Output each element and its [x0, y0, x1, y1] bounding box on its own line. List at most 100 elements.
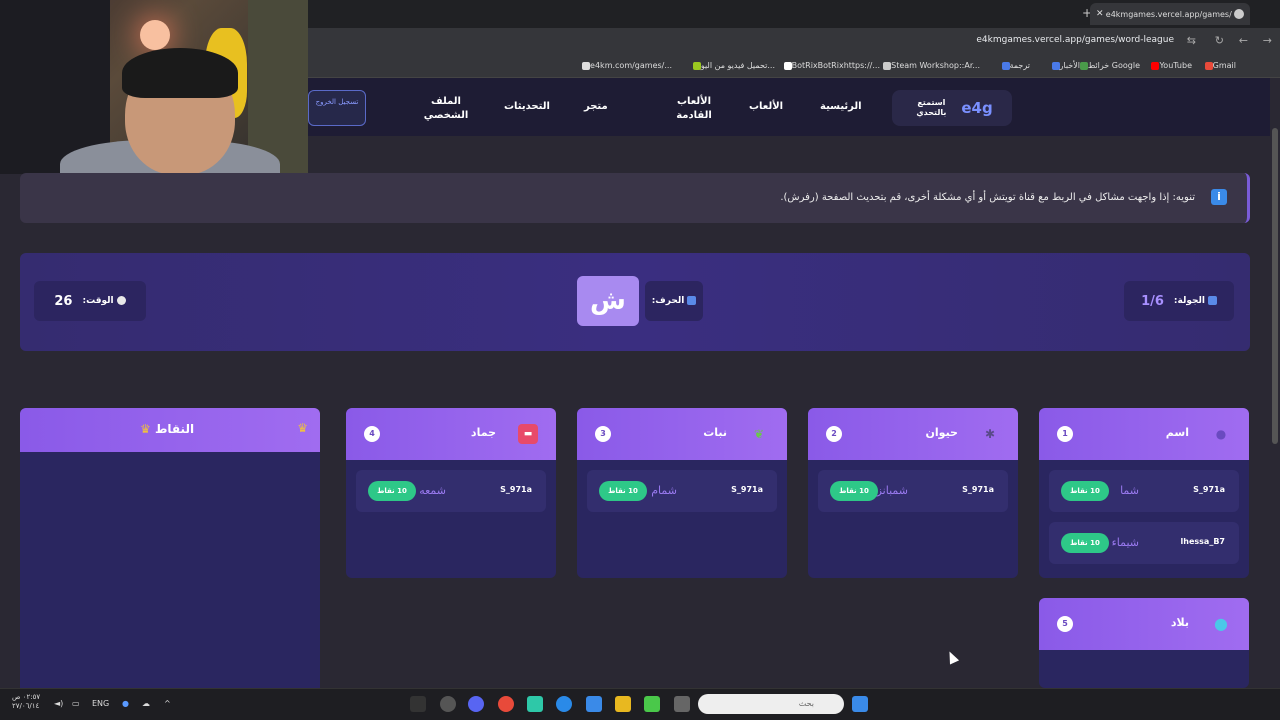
news-icon	[1051, 61, 1060, 70]
steam-taskbar-icon[interactable]	[440, 696, 456, 712]
site-logo[interactable]: e4g استمتع بالتحدي	[892, 90, 1012, 126]
chrome-icon[interactable]	[498, 696, 514, 712]
entry-user: lhessa_B7	[1180, 537, 1225, 546]
nav-updates[interactable]: التحديثات	[504, 100, 550, 114]
nav-store[interactable]: متجر	[584, 100, 608, 114]
points-badge: 10 نقاط	[1061, 533, 1109, 553]
taskbar-search[interactable]: بحث	[698, 694, 844, 714]
e4km-icon	[582, 61, 591, 70]
mouse-cursor	[944, 649, 960, 665]
close-tab-icon[interactable]: ✕	[1096, 9, 1104, 19]
category-card-plant: ❦ نبات 3 S_971a شمام 10 نقاط	[577, 408, 787, 578]
download-icon	[692, 61, 701, 70]
category-number: 1	[1057, 426, 1073, 442]
points-badge: 10 نقاط	[599, 481, 647, 501]
category-number: 4	[364, 426, 380, 442]
nav-upcoming-games[interactable]: الألعاب القادمة	[668, 95, 720, 123]
forward-icon[interactable]: →	[1263, 34, 1272, 47]
bookmark-downloader[interactable]: تحميل فيديو من اليو...	[690, 61, 775, 70]
scoreboard-title: ♛ النقاط	[140, 422, 195, 436]
letter-label: الحرف:	[645, 281, 703, 321]
steam-icon	[883, 61, 892, 70]
windows-taskbar	[0, 688, 1280, 720]
category-number: 3	[595, 426, 611, 442]
bookmark-maps[interactable]: خرائط Google	[1077, 61, 1140, 70]
install-icon[interactable]: ⇆	[1187, 34, 1196, 47]
language-indicator[interactable]: ENG	[92, 699, 109, 708]
discord-icon[interactable]	[468, 696, 484, 712]
store-icon[interactable]	[644, 696, 660, 712]
letter-icon	[687, 296, 697, 305]
microphone-icon[interactable]: ●	[122, 699, 129, 708]
points-badge: 10 نقاط	[830, 481, 878, 501]
nav-games[interactable]: الألعاب	[749, 100, 783, 114]
nav-profile[interactable]: الملف الشخصي	[420, 95, 472, 123]
back-icon[interactable]: ←	[1239, 34, 1248, 47]
trophy-icon: ♛	[140, 422, 155, 436]
bookmark-e4km[interactable]: e4km.com/games/...	[579, 61, 672, 70]
translate-icon	[1001, 61, 1010, 70]
bookmark-news[interactable]: الأخبار	[1049, 61, 1080, 70]
tab-title: e4kmgames.vercel.app/games/	[1105, 9, 1232, 19]
file-explorer-icon[interactable]	[615, 696, 631, 712]
answer-entry: lhessa_B7 شيماء 10 نقاط	[1049, 522, 1239, 564]
category-card-country: ● بلاد 5	[1039, 598, 1249, 688]
bookmark-translate[interactable]: ترجمة	[999, 61, 1030, 70]
timer-indicator: الوقت: 26	[34, 281, 146, 321]
category-number: 5	[1057, 616, 1073, 632]
trophy-icon: ♛	[297, 421, 308, 435]
round-value: 1/6	[1141, 293, 1164, 309]
botrix-icon	[783, 61, 792, 70]
current-letter: ش	[577, 276, 639, 326]
app-icon[interactable]	[410, 696, 426, 712]
entry-word: شيماء	[1111, 536, 1139, 549]
category-title: نبات	[703, 426, 727, 439]
volume-icon[interactable]: ◄)	[54, 699, 63, 708]
bookmark-gmail[interactable]: Gmail	[1202, 61, 1236, 70]
tab-favicon-icon	[1234, 9, 1244, 19]
reload-icon[interactable]: ↻	[1215, 34, 1224, 47]
nav-home[interactable]: الرئيسية	[820, 100, 862, 114]
category-number: 2	[826, 426, 842, 442]
cloud-icon[interactable]: ☁	[142, 699, 150, 708]
bookmark-steam[interactable]: Steam Workshop::Ar...	[880, 61, 980, 70]
category-title: حيوان	[925, 426, 958, 439]
entry-user: S_971a	[500, 485, 532, 494]
entry-user: S_971a	[962, 485, 994, 494]
whatsapp-icon[interactable]	[527, 696, 543, 712]
scrollbar-thumb[interactable]	[1272, 128, 1278, 444]
webcam-overlay	[0, 0, 308, 174]
edge-icon[interactable]	[556, 696, 572, 712]
bookmark-botrix[interactable]: BotRixBotRixhttps://...	[781, 61, 880, 70]
facebook-icon[interactable]	[586, 696, 602, 712]
category-card-object: ▬ جماد 4 S_971a شمعه 10 نقاط	[346, 408, 556, 578]
clock-icon	[116, 296, 126, 305]
entry-user: S_971a	[731, 485, 763, 494]
entry-word: شمام	[651, 484, 677, 497]
entry-word: شما	[1120, 484, 1139, 497]
scoreboard-card: ♛ ♛ النقاط	[20, 408, 320, 698]
info-icon: i	[1211, 189, 1227, 205]
entry-word: شمعه	[419, 484, 446, 497]
category-title: اسم	[1165, 426, 1189, 439]
network-icon[interactable]: ▭	[72, 699, 80, 708]
gmail-icon	[1204, 61, 1213, 70]
logout-button[interactable]: تسجيل الخروج	[308, 90, 366, 126]
person-icon: ●	[1215, 427, 1227, 441]
maps-icon	[1079, 61, 1088, 70]
timer-value: 26	[54, 293, 73, 309]
category-card-animal: ✱ حيوان 2 S_971a شمبانزي 10 نقاط	[808, 408, 1018, 578]
taskbar-clock[interactable]: ٠٢:٥٧ ص ٢٧/٠٦/١٤	[12, 693, 40, 711]
points-badge: 10 نقاط	[368, 481, 416, 501]
category-card-name: ● اسم 1 S_971a شما 10 نقاط lhessa_B7 شيم…	[1039, 408, 1249, 578]
task-view-icon[interactable]	[674, 696, 690, 712]
browser-tab[interactable]: ✕ e4kmgames.vercel.app/games/	[1090, 3, 1250, 25]
windows-start-icon[interactable]	[852, 696, 868, 712]
chevron-up-icon[interactable]: ^	[164, 699, 171, 708]
answer-entry: S_971a شما 10 نقاط	[1049, 470, 1239, 512]
points-badge: 10 نقاط	[1061, 481, 1109, 501]
bookmark-youtube[interactable]: YouTube	[1148, 61, 1192, 70]
url-field[interactable]: e4kmgames.vercel.app/games/word-league	[976, 35, 1174, 45]
leaf-icon: ❦	[753, 427, 765, 441]
category-title: بلاد	[1170, 616, 1189, 629]
